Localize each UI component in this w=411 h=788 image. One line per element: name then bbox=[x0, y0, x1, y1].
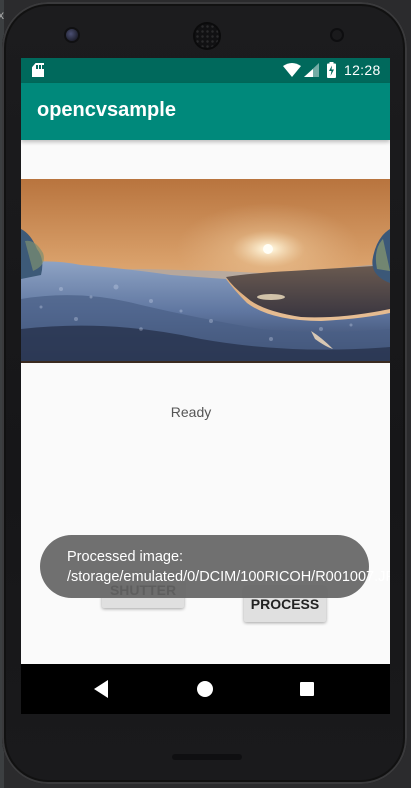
panorama-image bbox=[21, 179, 390, 363]
navigation-bar bbox=[21, 664, 390, 714]
proximity-sensor-icon bbox=[332, 30, 342, 40]
app-title: opencvsample bbox=[37, 99, 176, 121]
toast-message: Processed image: /storage/emulated/0/DCI… bbox=[67, 549, 390, 585]
wifi-icon bbox=[283, 63, 301, 77]
bottom-speaker-grille bbox=[172, 754, 242, 760]
status-time: 12:28 bbox=[344, 62, 381, 78]
back-icon[interactable] bbox=[94, 680, 110, 698]
device-screen: 12:28 opencvsample Ready PROCESS Process… bbox=[21, 58, 390, 714]
sd-card-icon bbox=[32, 63, 44, 77]
cell-signal-icon bbox=[304, 63, 319, 77]
status-label: Ready bbox=[170, 404, 212, 420]
front-camera-icon bbox=[66, 29, 78, 41]
home-icon[interactable] bbox=[197, 681, 213, 697]
toast-notification: Processed image: /storage/emulated/0/DCI… bbox=[40, 535, 390, 598]
earpiece-speaker-icon bbox=[195, 24, 219, 48]
recents-icon[interactable] bbox=[300, 682, 314, 696]
app-bar: opencvsample bbox=[21, 83, 390, 140]
ide-edge-label: x bbox=[0, 8, 4, 22]
status-bar: 12:28 bbox=[21, 58, 390, 83]
battery-charging-icon bbox=[327, 62, 336, 78]
